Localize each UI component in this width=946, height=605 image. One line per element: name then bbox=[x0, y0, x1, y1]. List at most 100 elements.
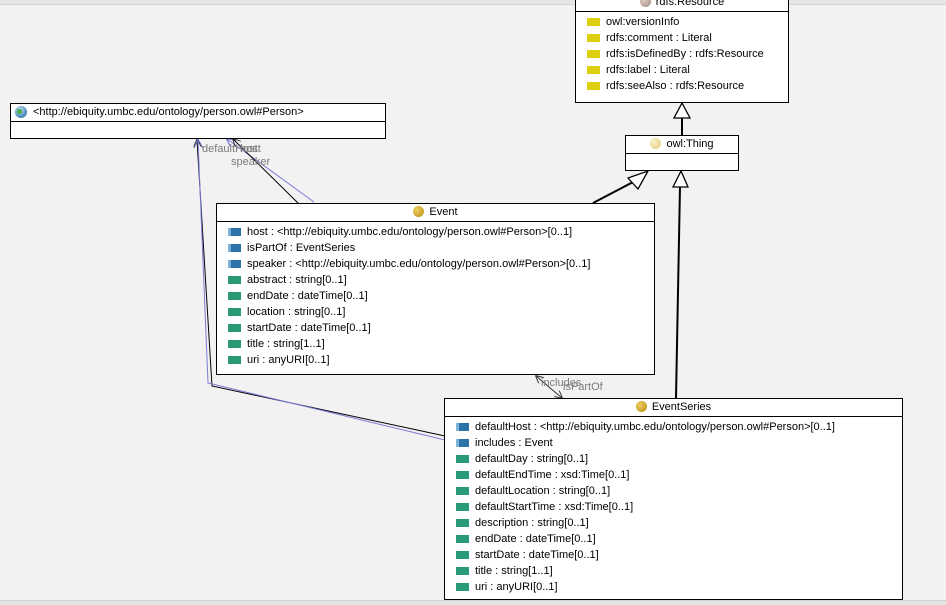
property-row[interactable]: defaultEndTime : xsd:Time[0..1] bbox=[445, 467, 902, 483]
canvas-bottom-border bbox=[0, 600, 946, 605]
property-label: startDate : dateTime[0..1] bbox=[247, 322, 371, 334]
object-property-icon bbox=[228, 228, 241, 236]
property-row[interactable]: uri : anyURI[0..1] bbox=[445, 579, 902, 595]
datatype-property-icon bbox=[228, 340, 241, 348]
class-person[interactable]: <http://ebiquity.umbc.edu/ontology/perso… bbox=[10, 103, 386, 139]
property-list: defaultHost : <http://ebiquity.umbc.edu/… bbox=[445, 417, 902, 595]
object-property-icon bbox=[456, 423, 469, 431]
property-list: host : <http://ebiquity.umbc.edu/ontolog… bbox=[217, 222, 654, 368]
property-label: defaultStartTime : xsd:Time[0..1] bbox=[475, 501, 634, 513]
property-label: rdfs:comment : Literal bbox=[606, 32, 712, 44]
property-row[interactable]: rdfs:label : Literal bbox=[576, 62, 788, 78]
class-title: <http://ebiquity.umbc.edu/ontology/perso… bbox=[33, 106, 304, 118]
property-row[interactable]: rdfs:isDefinedBy : rdfs:Resource bbox=[576, 46, 788, 62]
datatype-property-icon bbox=[456, 487, 469, 495]
datatype-property-icon bbox=[456, 519, 469, 527]
property-row[interactable]: description : string[0..1] bbox=[445, 515, 902, 531]
property-row[interactable]: uri : anyURI[0..1] bbox=[217, 352, 654, 368]
datatype-property-icon bbox=[456, 583, 469, 591]
subclass-edge-eventseries-thing bbox=[671, 169, 689, 399]
property-row[interactable]: defaultDay : string[0..1] bbox=[445, 451, 902, 467]
property-row[interactable]: abstract : string[0..1] bbox=[217, 272, 654, 288]
property-row[interactable]: host : <http://ebiquity.umbc.edu/ontolog… bbox=[217, 224, 654, 240]
property-row[interactable]: title : string[1..1] bbox=[445, 563, 902, 579]
property-label: uri : anyURI[0..1] bbox=[475, 581, 558, 593]
property-label: abstract : string[0..1] bbox=[247, 274, 347, 286]
class-icon bbox=[635, 401, 647, 412]
edge-label-is-part-of: isPartOf bbox=[563, 381, 603, 393]
property-row[interactable]: rdfs:comment : Literal bbox=[576, 30, 788, 46]
property-label: endDate : dateTime[0..1] bbox=[475, 533, 596, 545]
property-label: endDate : dateTime[0..1] bbox=[247, 290, 368, 302]
class-rdfs-resource[interactable]: rdfs:Resource owl:versionInfo rdfs:commen… bbox=[575, 0, 789, 103]
property-list: owl:versionInfo rdfs:comment : Literal rdf… bbox=[576, 12, 788, 94]
property-label: description : string[0..1] bbox=[475, 517, 589, 529]
datatype-property-icon bbox=[456, 535, 469, 543]
property-row[interactable]: defaultLocation : string[0..1] bbox=[445, 483, 902, 499]
class-header: <http://ebiquity.umbc.edu/ontology/perso… bbox=[11, 104, 385, 122]
property-row[interactable]: speaker : <http://ebiquity.umbc.edu/onto… bbox=[217, 256, 654, 272]
property-row[interactable]: startDate : dateTime[0..1] bbox=[217, 320, 654, 336]
class-header: EventSeries bbox=[445, 399, 902, 417]
property-label: location : string[0..1] bbox=[247, 306, 346, 318]
datatype-property-icon bbox=[228, 276, 241, 284]
property-label: title : string[1..1] bbox=[247, 338, 325, 350]
class-header: Event bbox=[217, 204, 654, 222]
property-label: includes : Event bbox=[475, 437, 553, 449]
datatype-property-icon bbox=[456, 567, 469, 575]
class-event[interactable]: Event host : <http://ebiquity.umbc.edu/o… bbox=[216, 203, 655, 375]
property-row[interactable]: endDate : dateTime[0..1] bbox=[445, 531, 902, 547]
annotation-property-icon bbox=[587, 82, 600, 90]
class-header: owl:Thing bbox=[626, 136, 738, 154]
property-row[interactable]: owl:versionInfo bbox=[576, 14, 788, 30]
property-label: rdfs:isDefinedBy : rdfs:Resource bbox=[606, 48, 764, 60]
datatype-property-icon bbox=[456, 471, 469, 479]
datatype-property-icon bbox=[228, 292, 241, 300]
datatype-property-icon bbox=[228, 324, 241, 332]
class-title: Event bbox=[429, 206, 458, 218]
annotation-property-icon bbox=[587, 34, 600, 42]
datatype-property-icon bbox=[456, 455, 469, 463]
subclass-edge-event-thing bbox=[592, 169, 650, 204]
property-row[interactable]: defaultStartTime : xsd:Time[0..1] bbox=[445, 499, 902, 515]
property-row[interactable]: includes : Event bbox=[445, 435, 902, 451]
object-property-icon bbox=[456, 439, 469, 447]
datatype-property-icon bbox=[456, 551, 469, 559]
globe-icon bbox=[15, 106, 27, 118]
class-icon bbox=[413, 206, 425, 217]
class-title: rdfs:Resource bbox=[655, 0, 725, 8]
property-row[interactable]: endDate : dateTime[0..1] bbox=[217, 288, 654, 304]
property-row[interactable]: location : string[0..1] bbox=[217, 304, 654, 320]
subclass-edge-thing-resource bbox=[672, 101, 692, 136]
property-row[interactable]: defaultHost : <http://ebiquity.umbc.edu/… bbox=[445, 419, 902, 435]
property-label: rdfs:seeAlso : rdfs:Resource bbox=[606, 80, 745, 92]
annotation-property-icon bbox=[587, 18, 600, 26]
property-label: isPartOf : EventSeries bbox=[247, 242, 356, 254]
property-label: host : <http://ebiquity.umbc.edu/ontolog… bbox=[247, 226, 573, 238]
property-label: defaultEndTime : xsd:Time[0..1] bbox=[475, 469, 630, 481]
property-row[interactable]: isPartOf : EventSeries bbox=[217, 240, 654, 256]
class-eventseries[interactable]: EventSeries defaultHost : <http://ebiqui… bbox=[444, 398, 903, 600]
property-label: defaultLocation : string[0..1] bbox=[475, 485, 611, 497]
class-icon bbox=[639, 0, 651, 7]
annotation-property-icon bbox=[587, 50, 600, 58]
property-label: uri : anyURI[0..1] bbox=[247, 354, 330, 366]
class-title: owl:Thing bbox=[666, 138, 714, 150]
property-label: startDate : dateTime[0..1] bbox=[475, 549, 599, 561]
edge-label-host: host bbox=[240, 143, 261, 155]
property-label: defaultDay : string[0..1] bbox=[475, 453, 589, 465]
class-header: rdfs:Resource bbox=[576, 0, 788, 12]
property-label: rdfs:label : Literal bbox=[606, 64, 690, 76]
class-title: EventSeries bbox=[651, 401, 712, 413]
class-owl-thing[interactable]: owl:Thing bbox=[625, 135, 739, 171]
datatype-property-icon bbox=[456, 503, 469, 511]
property-label: title : string[1..1] bbox=[475, 565, 553, 577]
datatype-property-icon bbox=[228, 308, 241, 316]
property-row[interactable]: rdfs:seeAlso : rdfs:Resource bbox=[576, 78, 788, 94]
datatype-property-icon bbox=[228, 356, 241, 364]
property-label: defaultHost : <http://ebiquity.umbc.edu/… bbox=[475, 421, 835, 433]
class-icon bbox=[650, 138, 662, 149]
property-row[interactable]: title : string[1..1] bbox=[217, 336, 654, 352]
property-label: owl:versionInfo bbox=[606, 16, 680, 28]
property-row[interactable]: startDate : dateTime[0..1] bbox=[445, 547, 902, 563]
